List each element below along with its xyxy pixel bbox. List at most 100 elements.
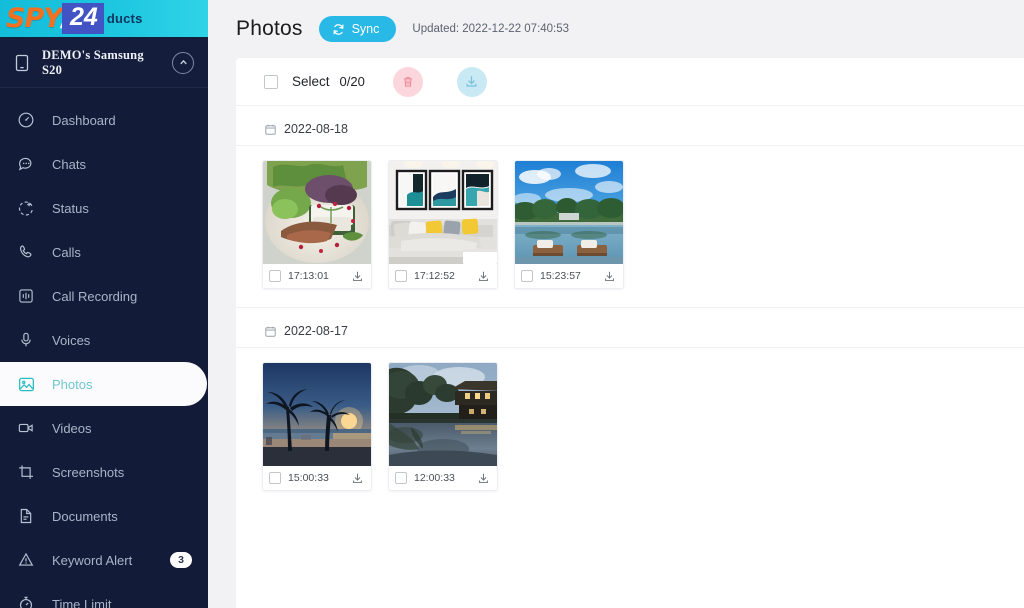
logo-wrap: SPY / 24 ducts xyxy=(6,3,143,35)
download-button[interactable] xyxy=(456,66,487,97)
brand-logo[interactable]: SPY / 24 ducts xyxy=(0,0,208,37)
photo-time: 15:23:57 xyxy=(540,270,581,282)
sidebar-item-keyword-alert[interactable]: Keyword Alert 3 xyxy=(0,538,208,582)
main-content: Photos Sync Updated: 2022-12-22 07:40:53… xyxy=(208,0,1024,608)
logo-spy-text: SPY xyxy=(6,3,63,34)
beach-sunset-palms-photo[interactable] xyxy=(263,363,371,466)
photo-grid: 17:13:01 17:12:52 15:23:57 xyxy=(236,146,1024,307)
date-group-header: 2022-08-18 xyxy=(236,106,1024,146)
device-name: DEMO's Samsung S20 xyxy=(42,47,144,77)
plated-salad-dessert-photo[interactable] xyxy=(263,161,371,264)
trash-icon xyxy=(401,75,415,89)
sidebar-item-documents[interactable]: Documents xyxy=(0,494,208,538)
microphone-icon xyxy=(16,330,36,350)
dusk-pond-building-photo[interactable] xyxy=(389,363,497,466)
sync-button[interactable]: Sync xyxy=(318,16,397,42)
download-icon[interactable] xyxy=(351,270,364,283)
chevron-up-icon[interactable] xyxy=(172,51,194,74)
photo-time: 17:13:01 xyxy=(288,270,329,282)
select-label: Select xyxy=(292,74,330,89)
chat-bubble-icon xyxy=(16,154,36,174)
waveform-icon xyxy=(16,286,36,306)
sidebar-item-dashboard[interactable]: Dashboard xyxy=(0,98,208,142)
photo-card-footer: 17:12:52 xyxy=(389,264,497,288)
photo-card[interactable]: 17:12:52 xyxy=(388,160,498,289)
photo-card[interactable]: 17:13:01 xyxy=(262,160,372,289)
date-group-header: 2022-08-17 xyxy=(236,308,1024,348)
sync-label: Sync xyxy=(351,22,380,36)
sidebar-item-label: Time Limit xyxy=(52,596,112,608)
sidebar-item-label: Voices xyxy=(52,332,91,348)
sidebar-item-label: Status xyxy=(52,200,89,216)
sidebar-item-call-recording[interactable]: Call Recording xyxy=(0,274,208,318)
warning-icon xyxy=(16,550,36,570)
photo-card[interactable]: 15:00:33 xyxy=(262,362,372,491)
photo-select-checkbox[interactable] xyxy=(269,472,281,484)
photo-card-footer: 12:00:33 xyxy=(389,466,497,490)
keyword-alert-badge: 3 xyxy=(170,552,192,568)
download-icon xyxy=(464,74,479,89)
sidebar-item-label: Calls xyxy=(52,244,81,260)
date-group-label: 2022-08-17 xyxy=(284,324,348,338)
selection-toolbar: Select 0/20 xyxy=(236,58,1024,106)
photo-grid: 15:00:33 12:00:33 xyxy=(236,348,1024,509)
photo-card[interactable]: 15:23:57 xyxy=(514,160,624,289)
document-icon xyxy=(16,506,36,526)
sidebar-item-label: Chats xyxy=(52,156,86,172)
download-icon[interactable] xyxy=(477,472,490,485)
sidebar: SPY / 24 ducts DEMO's Samsung S20 xyxy=(0,0,208,608)
gauge-icon xyxy=(16,110,36,130)
stopwatch-icon xyxy=(16,594,36,608)
page-title: Photos xyxy=(236,17,303,40)
page-header: Photos Sync Updated: 2022-12-22 07:40:53 xyxy=(208,0,1024,58)
crop-icon xyxy=(16,462,36,482)
photo-card[interactable]: 12:00:33 xyxy=(388,362,498,491)
photo-card-footer: 17:13:01 xyxy=(263,264,371,288)
sidebar-item-calls[interactable]: Calls xyxy=(0,230,208,274)
sidebar-item-videos[interactable]: Videos xyxy=(0,406,208,450)
logo-24-badge: 24 xyxy=(62,3,104,34)
photo-time: 17:12:52 xyxy=(414,270,455,282)
device-selector[interactable]: DEMO's Samsung S20 xyxy=(0,37,208,88)
logo-suffix-text: ducts xyxy=(106,11,143,26)
download-icon[interactable] xyxy=(603,270,616,283)
living-room-artwork-photo[interactable] xyxy=(389,161,497,264)
sidebar-item-label: Keyword Alert xyxy=(52,552,133,568)
resort-pool-palm-trees-photo[interactable] xyxy=(515,161,623,264)
calendar-icon xyxy=(264,123,277,136)
video-camera-icon xyxy=(16,418,36,438)
download-icon[interactable] xyxy=(351,472,364,485)
sidebar-item-label: Screenshots xyxy=(52,464,125,480)
photo-select-checkbox[interactable] xyxy=(395,270,407,282)
sidebar-item-label: Photos xyxy=(52,376,93,392)
photo-card-footer: 15:00:33 xyxy=(263,466,371,490)
sidebar-item-photos[interactable]: Photos xyxy=(0,362,207,406)
select-all-checkbox[interactable] xyxy=(264,74,278,89)
sidebar-item-label: Documents xyxy=(52,508,118,524)
select-count: 0/20 xyxy=(339,74,365,89)
photo-select-checkbox[interactable] xyxy=(269,270,281,282)
sidebar-item-label: Call Recording xyxy=(52,288,138,304)
photos-panel: Select 0/20 2022-08-18 17:13:01 17:12:52… xyxy=(236,58,1024,608)
phone-icon xyxy=(14,54,30,72)
sidebar-item-time-limit[interactable]: Time Limit xyxy=(0,582,208,608)
refresh-icon xyxy=(332,23,345,36)
photo-time: 12:00:33 xyxy=(414,472,455,484)
date-group-label: 2022-08-18 xyxy=(284,122,348,136)
sidebar-item-label: Dashboard xyxy=(52,112,116,128)
sidebar-item-chats[interactable]: Chats xyxy=(0,142,208,186)
sidebar-item-label: Videos xyxy=(52,420,92,436)
sidebar-item-screenshots[interactable]: Screenshots xyxy=(0,450,208,494)
sidebar-item-voices[interactable]: Voices xyxy=(0,318,208,362)
photo-time: 15:00:33 xyxy=(288,472,329,484)
delete-button[interactable] xyxy=(392,66,423,97)
photo-select-checkbox[interactable] xyxy=(395,472,407,484)
image-icon xyxy=(16,374,36,394)
phone-call-icon xyxy=(16,242,36,262)
photo-select-checkbox[interactable] xyxy=(521,270,533,282)
status-icon xyxy=(16,198,36,218)
sidebar-nav: Dashboard Chats Status Calls Call Record… xyxy=(0,88,208,608)
download-icon[interactable] xyxy=(477,270,490,283)
sidebar-item-status[interactable]: Status xyxy=(0,186,208,230)
app-root: SPY / 24 ducts DEMO's Samsung S20 xyxy=(0,0,1024,608)
